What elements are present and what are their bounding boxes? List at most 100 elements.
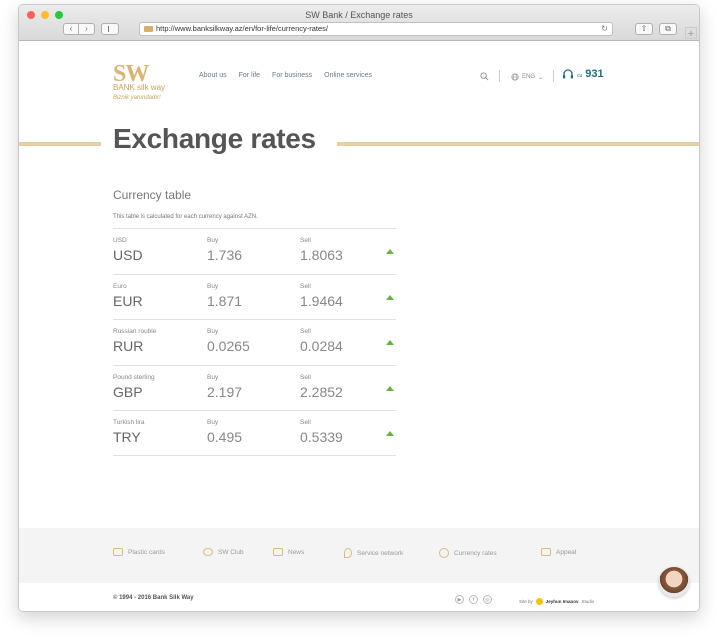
- forward-button[interactable]: ›: [79, 23, 95, 35]
- currency-code: TRY: [113, 429, 141, 445]
- table-row: Turkish lira TRY Buy 0.495 Sell 0.5339: [113, 410, 396, 456]
- table-row: Pound sterling GBP Buy 2.197 Sell 2.2852: [113, 364, 396, 411]
- language-selector[interactable]: ENG ⌄: [511, 73, 543, 81]
- currency-name: Russian rouble: [113, 328, 157, 335]
- footer-link-label: SW Club: [218, 548, 244, 556]
- address-bar[interactable]: http://www.banksilkway.az/en/for-life/cu…: [139, 22, 613, 36]
- buy-value: 1.871: [207, 292, 243, 309]
- currency-cell: Turkish lira TRY: [113, 419, 145, 446]
- footer-link-appeal[interactable]: Appeal: [541, 548, 576, 556]
- site-credit[interactable]: Site by Jeyhun Imanov Studio: [519, 598, 594, 605]
- chevron-down-icon: ⌄: [538, 74, 544, 81]
- footer-link-label: Plastic cards: [128, 548, 165, 556]
- footer-link-label: Currency rates: [454, 549, 497, 557]
- nav-online-services[interactable]: Online services: [324, 72, 372, 79]
- rates-table: USD USD Buy 1.736 Sell 1.8063 Euro EUR Buy 1.871 S…: [113, 228, 396, 456]
- currency-name: USD: [113, 237, 127, 244]
- footer-link-label: News: [288, 548, 305, 556]
- favicon-icon: [144, 26, 153, 32]
- footer-link-label: Appeal: [556, 548, 577, 556]
- logo-tagline: Biznik yanındadır!: [113, 95, 161, 101]
- buy-label: Buy: [207, 282, 219, 290]
- table-row: Euro EUR Buy 1.871 Sell 1.9464: [113, 273, 396, 320]
- sell-value: 0.0284: [300, 338, 343, 354]
- reload-icon[interactable]: ↻: [601, 23, 608, 35]
- currency-cell: Euro EUR: [113, 283, 143, 310]
- currency-name: Turkish lira: [113, 419, 145, 426]
- page-title: Exchange rates: [113, 123, 316, 154]
- footer-links: Plastic cards SW Club News Service netwo…: [19, 528, 699, 583]
- footer-link-label: Service network: [357, 549, 404, 557]
- phone-label: cu: [577, 73, 583, 79]
- support-agent-avatar[interactable]: [659, 567, 689, 597]
- currency-name: Euro: [113, 282, 127, 290]
- sell-cell: Sell 1.8063: [300, 237, 343, 264]
- news-icon: [273, 548, 283, 556]
- currency-cell: USD USD: [113, 237, 143, 264]
- footer-bottom: © 1994 - 2016 Bank Silk Way ▶ f ◎ Site b…: [19, 583, 699, 611]
- buy-value: 0.495: [207, 429, 243, 445]
- currency-cell: Pound sterling GBP: [113, 374, 155, 401]
- call-center[interactable]: cu 931: [562, 68, 604, 80]
- table-row: USD USD Buy 1.736 Sell 1.8063: [113, 228, 396, 274]
- envelope-icon: [541, 548, 551, 556]
- window-title: SW Bank / Exchange rates: [305, 10, 413, 20]
- url-text: http://www.banksilkway.az/en/for-life/cu…: [156, 24, 329, 33]
- buy-cell: Buy 1.736: [207, 237, 242, 264]
- divider: [553, 70, 554, 82]
- buy-label: Buy: [207, 373, 219, 381]
- currency-cell: Russian rouble RUR: [113, 328, 156, 355]
- instagram-icon[interactable]: ◎: [483, 595, 492, 604]
- trend-up-icon: [386, 249, 394, 254]
- footer-link-currency-rates[interactable]: Currency rates: [439, 548, 497, 558]
- sidebar-icon: [105, 26, 109, 32]
- browser-window: SW Bank / Exchange rates ‹ › http://www.…: [18, 4, 700, 612]
- language-label: ENG: [522, 74, 536, 80]
- credit-name: Jeyhun Imanov: [545, 599, 579, 604]
- globe-icon: [511, 73, 519, 81]
- sell-value: 1.8063: [300, 247, 343, 263]
- sell-label: Sell: [300, 328, 311, 335]
- buy-cell: Buy 2.197: [207, 374, 242, 401]
- buy-cell: Buy 1.871: [207, 283, 242, 310]
- location-pin-icon: [344, 548, 352, 558]
- footer-link-plastic-cards[interactable]: Plastic cards: [113, 548, 165, 556]
- footer-link-service-network[interactable]: Service network: [344, 548, 403, 558]
- buy-value: 0.0265: [207, 338, 250, 354]
- search-icon[interactable]: [480, 72, 489, 81]
- buy-value: 1.736: [207, 247, 243, 263]
- social-links: ▶ f ◎: [455, 595, 492, 604]
- credit-prefix: Site by: [519, 599, 533, 604]
- footer-link-sw-club[interactable]: SW Club: [203, 548, 244, 556]
- browser-chrome: SW Bank / Exchange rates ‹ › http://www.…: [19, 5, 699, 41]
- footer-link-news[interactable]: News: [273, 548, 304, 556]
- nav-for-business[interactable]: For business: [272, 72, 312, 79]
- buy-label: Buy: [207, 328, 219, 335]
- back-button[interactable]: ‹: [63, 23, 79, 35]
- card-icon: [113, 548, 123, 556]
- nav-for-life[interactable]: For life: [239, 72, 260, 79]
- nav-about-us[interactable]: About us: [199, 72, 227, 79]
- sell-label: Sell: [300, 237, 311, 244]
- page-title-row: Exchange rates: [19, 121, 699, 161]
- buy-cell: Buy 0.0265: [207, 328, 250, 355]
- share-button[interactable]: ⇧: [635, 23, 653, 35]
- logo-wordmark: BANK silk way: [113, 83, 166, 92]
- new-tab-button[interactable]: +: [685, 27, 697, 40]
- sell-cell: Sell 0.0284: [300, 328, 343, 355]
- sell-cell: Sell 0.5339: [300, 419, 343, 446]
- currency-name: Pound sterling: [113, 373, 155, 381]
- trend-up-icon: [386, 385, 394, 391]
- trend-up-icon: [386, 340, 394, 345]
- sell-value: 1.9464: [300, 292, 343, 309]
- section-note: This table is calculated for each curren…: [113, 214, 258, 220]
- tabs-button[interactable]: ⧉: [659, 23, 677, 35]
- youtube-icon[interactable]: ▶: [455, 595, 464, 604]
- bank-logo[interactable]: SW BANK silk way Biznik yanındadır!: [113, 62, 173, 101]
- sidebar-toggle-button[interactable]: [101, 23, 119, 35]
- buy-value: 2.197: [207, 383, 243, 400]
- facebook-icon[interactable]: f: [469, 595, 478, 604]
- trend-up-icon: [386, 431, 394, 436]
- currency-code: GBP: [113, 383, 143, 400]
- credit-suffix: Studio: [581, 599, 595, 604]
